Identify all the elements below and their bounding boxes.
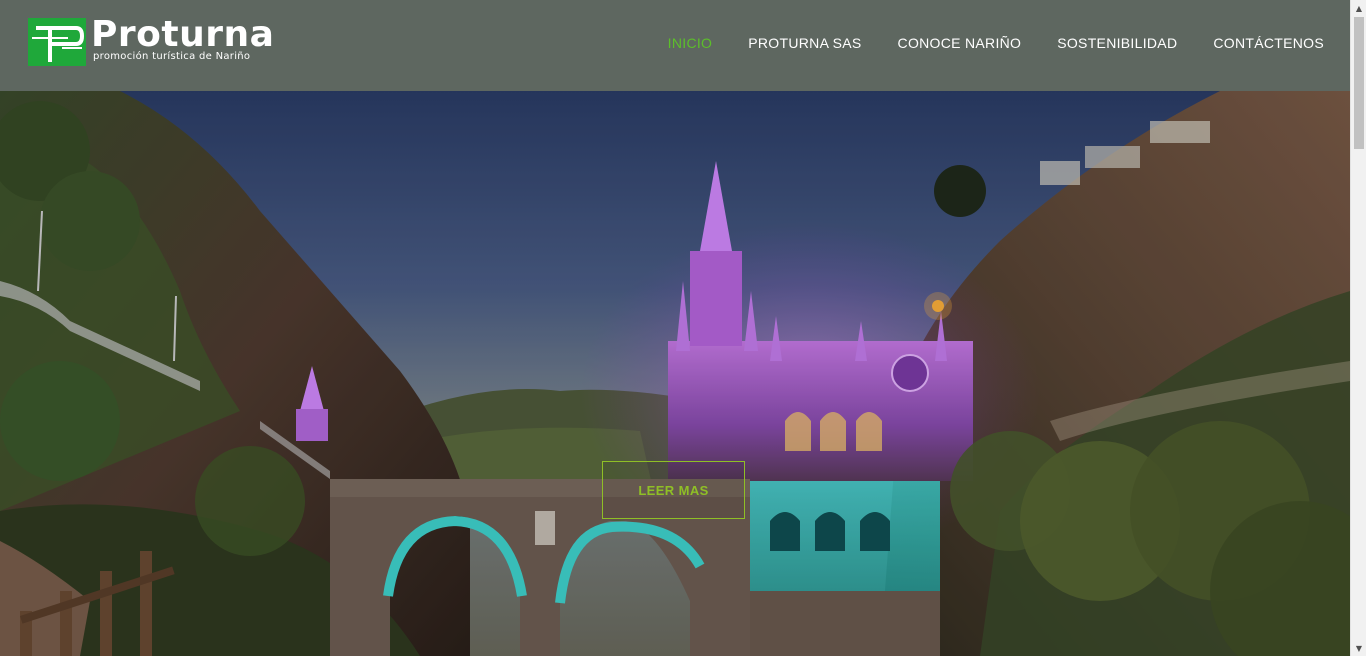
- site-header: Proturna promoción turística de Nariño I…: [0, 0, 1350, 91]
- arrow-down-icon[interactable]: ▼: [1351, 640, 1366, 656]
- nav-item-inicio[interactable]: INICIO: [668, 35, 713, 51]
- main-nav: INICIO PROTURNA SAS CONOCE NARIÑO SOSTEN…: [668, 35, 1324, 51]
- nav-item-sostenibilidad[interactable]: SOSTENIBILIDAD: [1057, 35, 1177, 51]
- brand-name: Proturna: [91, 14, 275, 55]
- proturna-logo-icon: [28, 18, 86, 66]
- nav-item-proturna-sas[interactable]: PROTURNA SAS: [748, 35, 861, 51]
- logo-link[interactable]: Proturna promoción turística de Nariño: [28, 14, 275, 68]
- page-scrollbar[interactable]: ▲ ▼: [1350, 0, 1366, 656]
- read-more-button[interactable]: LEER MAS: [602, 461, 745, 519]
- nav-item-contactenos[interactable]: CONTÁCTENOS: [1213, 35, 1324, 51]
- brand-tagline: promoción turística de Nariño: [93, 51, 251, 62]
- scrollbar-thumb[interactable]: [1354, 17, 1364, 149]
- nav-item-conoce-narino[interactable]: CONOCE NARIÑO: [898, 35, 1022, 51]
- arrow-up-icon[interactable]: ▲: [1351, 0, 1366, 16]
- hero-slider: LEER MAS: [0, 91, 1350, 656]
- page: Proturna promoción turística de Nariño I…: [0, 0, 1366, 656]
- hero-overlay: [0, 91, 1350, 656]
